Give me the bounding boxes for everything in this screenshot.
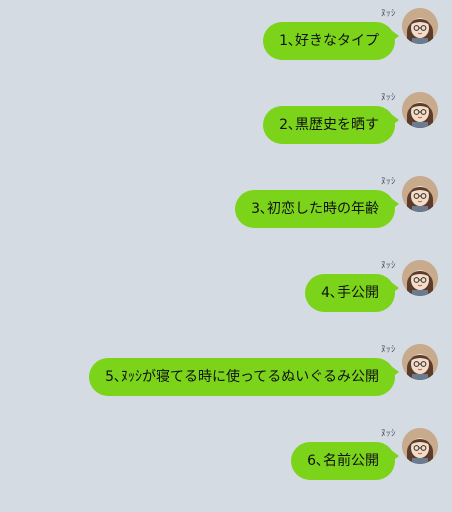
bubble-tail <box>391 198 399 210</box>
sender-name: ﾇｯｼ <box>380 261 396 271</box>
message-bubble[interactable]: 1､好きなタイプ <box>263 22 395 60</box>
chat-message-row: ﾇｯｼ 5､ﾇｯｼが寝てる時に使ってるぬいぐるみ公開 <box>0 336 452 420</box>
avatar-icon[interactable] <box>402 260 438 296</box>
message-bubble[interactable]: 6､名前公開 <box>291 442 395 480</box>
bubble-tail <box>391 282 399 294</box>
chat-message-row: ﾇｯｼ 6､名前公開 <box>0 420 452 504</box>
chat-message-row: ﾇｯｼ 2､黒歴史を晒す <box>0 84 452 168</box>
message-bubble[interactable]: 5､ﾇｯｼが寝てる時に使ってるぬいぐるみ公開 <box>89 358 395 396</box>
avatar-icon[interactable] <box>402 176 438 212</box>
avatar-icon[interactable] <box>402 344 438 380</box>
chat-message-row: ﾇｯｼ 4､手公開 <box>0 252 452 336</box>
bubble-tail <box>391 114 399 126</box>
sender-name: ﾇｯｼ <box>380 429 396 439</box>
avatar-icon[interactable] <box>402 8 438 44</box>
bubble-tail <box>391 450 399 462</box>
bubble-tail <box>391 366 399 378</box>
sender-name: ﾇｯｼ <box>380 9 396 19</box>
sender-name: ﾇｯｼ <box>380 93 396 103</box>
chat-timeline[interactable]: ﾇｯｼ 1､好きなタイプ ﾇｯｼ 2､黒歴史を晒す ﾇｯｼ 3､初恋した時の年齢… <box>0 0 452 512</box>
message-bubble[interactable]: 4､手公開 <box>305 274 395 312</box>
chat-message-row: ﾇｯｼ 1､好きなタイプ <box>0 0 452 84</box>
message-bubble[interactable]: 3､初恋した時の年齢 <box>235 190 395 228</box>
avatar-icon[interactable] <box>402 92 438 128</box>
chat-message-row: ﾇｯｼ 3､初恋した時の年齢 <box>0 168 452 252</box>
message-bubble[interactable]: 2､黒歴史を晒す <box>263 106 395 144</box>
avatar-icon[interactable] <box>402 428 438 464</box>
sender-name: ﾇｯｼ <box>380 177 396 187</box>
sender-name: ﾇｯｼ <box>380 345 396 355</box>
bubble-tail <box>391 30 399 42</box>
